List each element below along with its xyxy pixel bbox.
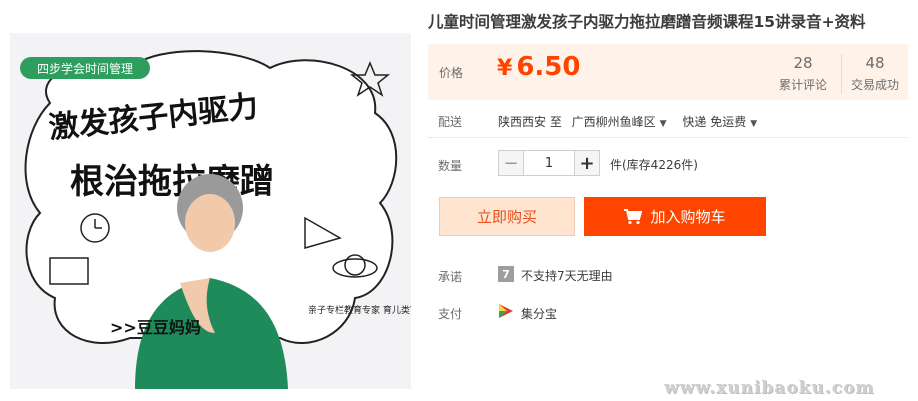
trades-count: 48 [865,54,885,72]
watermark: www.xunibaoku.com [664,378,875,398]
currency-symbol: ¥ [497,56,513,81]
shipping-destination-text: 广西柳州鱼峰区 [571,115,656,129]
shipping-from: 陕西西安 至 [498,115,562,129]
product-illustration: 四步学会时间管理 激发孩子内驱力 根治拖拉磨蹭 >>豆豆妈妈 亲子专栏教育专家 … [10,33,411,389]
trades-stat: 48 交易成功 [841,54,908,94]
divider [428,137,908,138]
stock-info: 件(库存4226件) [610,158,698,172]
promise-text[interactable]: 不支持7天无理由 [521,267,613,284]
quantity-stepper: − + [498,150,600,176]
shipping-destination-select[interactable]: 广西柳州鱼峰区 ▼ [572,115,667,129]
plus-icon: + [579,152,595,174]
promise-label: 承诺 [438,270,463,284]
add-to-cart-label: 加入购物车 [650,208,726,226]
add-to-cart-button[interactable]: 加入购物车 [584,197,766,236]
quantity-label: 数量 [438,159,463,173]
decrease-button[interactable]: − [498,150,524,176]
product-image[interactable]: 四步学会时间管理 激发孩子内驱力 根治拖拉磨蹭 >>豆豆妈妈 亲子专栏教育专家 … [10,33,411,389]
payment-text: 集分宝 [521,307,558,321]
quantity-input[interactable] [524,150,574,176]
reviews-stat[interactable]: 28 累计评论 [766,54,840,93]
chevron-down-icon: ▼ [750,119,758,129]
jifenbao-icon [499,304,513,318]
person-face [185,194,235,252]
buy-now-label: 立即购买 [476,208,537,226]
no-return-icon: 7 [498,266,514,282]
image-author: >>豆豆妈妈 [110,318,201,337]
trades-label: 交易成功 [850,78,899,92]
cart-icon [624,208,643,224]
image-headline-2: 根治拖拉磨蹭 [70,162,274,202]
reviews-label: 累计评论 [778,78,827,92]
price-panel: 价格 ¥6.50 28 累计评论 48 交易成功 [428,44,908,100]
image-caption: 亲子专栏教育专家 育儿类TOP3作家 [308,304,411,316]
shipping-method-select[interactable]: 快递 免运费 ▼ [682,115,757,129]
increase-button[interactable]: + [574,150,600,176]
payment-label: 支付 [438,307,463,321]
shipping-method-text: 快递 免运费 [682,115,747,129]
chevron-down-icon: ▼ [659,119,667,129]
image-badge-text: 四步学会时间管理 [37,61,133,76]
price-label: 价格 [439,66,464,80]
shipping-info: 陕西西安 至 广西柳州鱼峰区 ▼ 快递 免运费 ▼ [498,113,757,130]
price-amount: 6.50 [516,52,581,82]
product-title: 儿童时间管理激发孩子内驱力拖拉磨蹭音频课程15讲录音+资料 [428,13,866,31]
price-value: ¥6.50 [497,52,580,82]
minus-icon: − [503,152,519,174]
reviews-count: 28 [793,54,813,72]
buy-now-button[interactable]: 立即购买 [439,197,575,236]
shipping-label: 配送 [438,115,463,129]
